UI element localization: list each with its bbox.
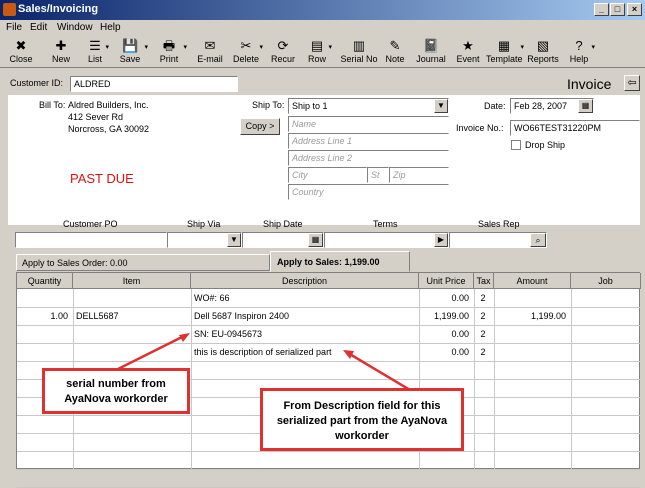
grid-row-line	[17, 469, 641, 470]
arrow-head-serial	[179, 333, 190, 342]
serial-callout: serial number from AyaNova workorder	[42, 368, 190, 414]
description-callout: From Description field for this serializ…	[260, 388, 464, 451]
arrow-to-description	[347, 351, 411, 392]
arrow-to-serial	[111, 333, 187, 374]
